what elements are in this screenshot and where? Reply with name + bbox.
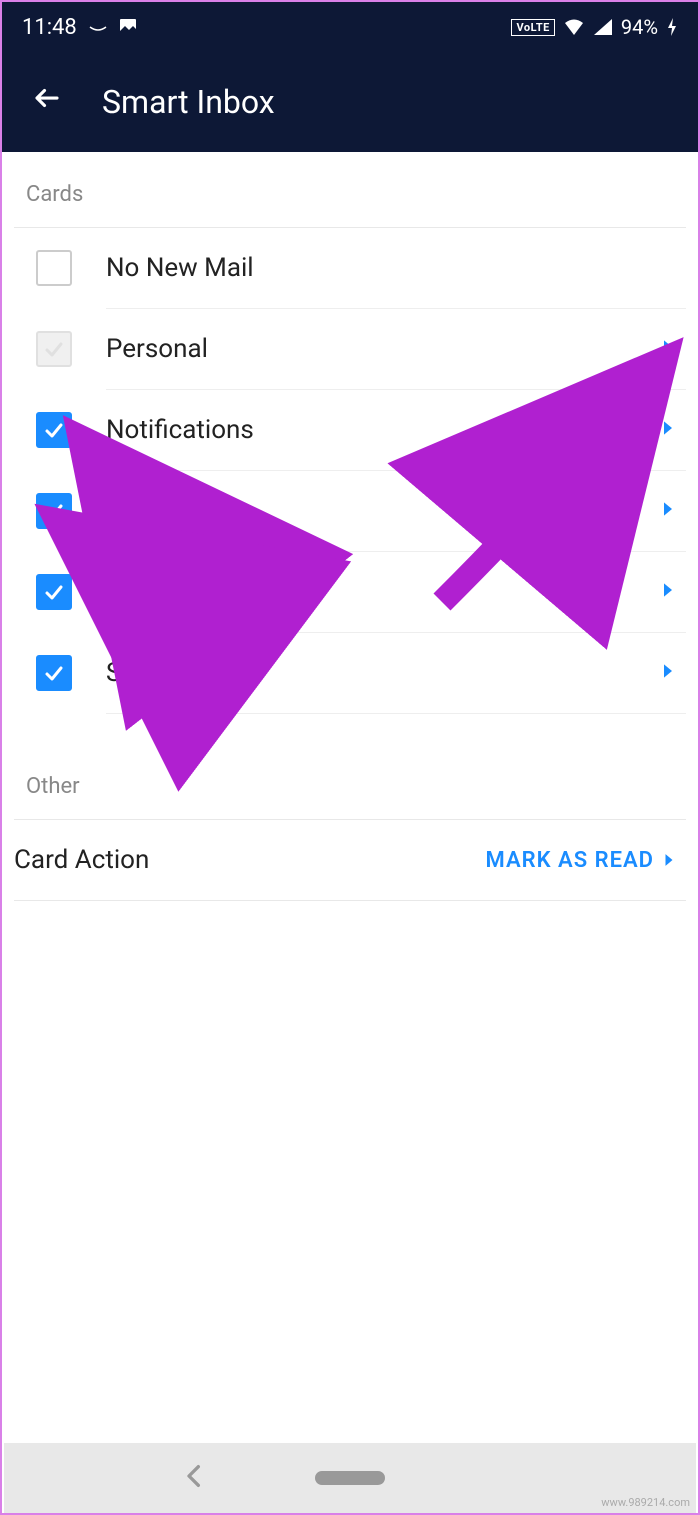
- nav-home-pill[interactable]: [315, 1471, 385, 1485]
- back-button[interactable]: [32, 83, 62, 121]
- item-label: Personal: [106, 334, 662, 364]
- app-bar: Smart Inbox: [2, 52, 698, 152]
- status-time: 11:48: [22, 15, 77, 40]
- card-action-label: Card Action: [14, 845, 149, 875]
- signal-icon: [593, 18, 613, 36]
- image-icon: [119, 18, 137, 36]
- divider: [14, 900, 686, 901]
- navigation-bar: [4, 1443, 696, 1513]
- content: Cards No New Mail Personal Notifications…: [2, 152, 698, 901]
- nav-back-button[interactable]: [184, 1464, 202, 1492]
- item-label: No New Mail: [106, 253, 674, 283]
- card-action-value[interactable]: MARK AS READ: [486, 848, 675, 873]
- chevron-right-icon[interactable]: [662, 339, 674, 359]
- status-right: VoLTE 94%: [511, 15, 678, 39]
- cards-section-header: Cards: [2, 152, 698, 227]
- card-item-seen[interactable]: Seen: [2, 633, 698, 713]
- card-item-newsletters[interactable]: Newsletters: [2, 471, 698, 551]
- checkbox-notifications[interactable]: [36, 412, 72, 448]
- checkbox-newsletters[interactable]: [36, 493, 72, 529]
- other-section-header: Other: [2, 714, 698, 819]
- card-action-row[interactable]: Card Action MARK AS READ: [2, 820, 698, 900]
- item-label: Seen: [106, 658, 662, 688]
- status-bar: 11:48 VoLTE 94%: [2, 2, 698, 52]
- chevron-right-icon[interactable]: [662, 501, 674, 521]
- page-title: Smart Inbox: [102, 83, 275, 121]
- checkbox-pins[interactable]: [36, 574, 72, 610]
- amazon-icon: [89, 21, 107, 33]
- status-left: 11:48: [22, 15, 137, 40]
- checkbox-no-new-mail[interactable]: [36, 250, 72, 286]
- chevron-right-icon[interactable]: [662, 582, 674, 602]
- item-label: Notifications: [106, 415, 662, 445]
- chevron-right-icon[interactable]: [662, 663, 674, 683]
- charging-icon: [666, 17, 678, 37]
- card-item-notifications[interactable]: Notifications: [2, 390, 698, 470]
- checkbox-personal: [36, 331, 72, 367]
- volte-badge: VoLTE: [511, 19, 554, 36]
- chevron-right-icon: [664, 853, 674, 867]
- watermark: www.989214.com: [601, 1496, 690, 1509]
- card-item-personal[interactable]: Personal: [2, 309, 698, 389]
- battery-percent: 94%: [621, 15, 658, 39]
- card-item-pins[interactable]: Pins: [2, 552, 698, 632]
- card-item-no-new-mail[interactable]: No New Mail: [2, 228, 698, 308]
- item-label: Pins: [106, 577, 662, 607]
- chevron-right-icon[interactable]: [662, 420, 674, 440]
- checkbox-seen[interactable]: [36, 655, 72, 691]
- card-action-text: MARK AS READ: [486, 848, 655, 873]
- item-label: Newsletters: [106, 496, 662, 526]
- wifi-icon: [563, 18, 585, 36]
